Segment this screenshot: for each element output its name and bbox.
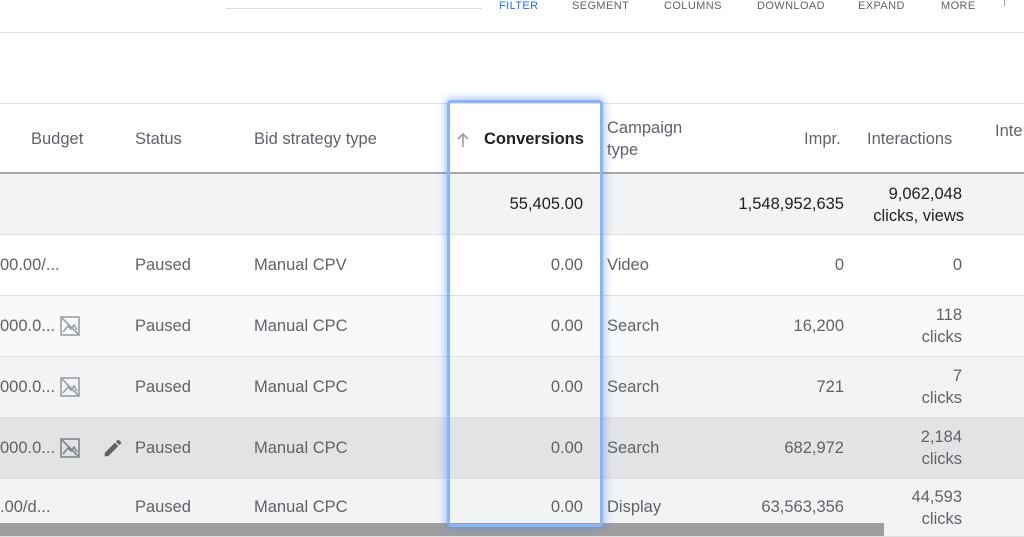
status-cell[interactable]: Paused [135,315,191,337]
status-cell[interactable]: Paused [135,254,191,276]
campaign-type-cell: Search [607,317,660,335]
bid-strategy-cell: Manual CPC [254,378,348,396]
interactions-cell: 0 [952,256,962,274]
more-button[interactable]: MORE [941,0,976,12]
bid-strategy-cell: Manual CPC [254,498,348,516]
horizontal-scrollbar[interactable] [0,523,884,536]
interactions-type: clicks [921,328,962,346]
image-not-supported-icon [60,377,80,397]
header-budget[interactable]: Budget [31,128,83,150]
total-conversions: 55,405.00 [509,195,583,213]
header-bid-strategy-type[interactable]: Bid strategy type [254,128,377,150]
campaign-type-cell: Display [607,498,662,516]
budget-cell: 000.0... [0,378,56,396]
filter-button[interactable]: FILTER [499,0,538,12]
download-button[interactable]: DOWNLOAD [757,0,825,12]
interactions-cell: 7 [952,367,962,385]
header-impr[interactable]: Impr. [804,128,841,150]
toolbar-divider [1004,0,1005,6]
campaign-type-cell: Search [607,378,660,396]
bid-strategy-cell: Manual CPC [254,439,348,457]
interactions-type: clicks [921,389,962,407]
interactions-cell: 2,184 [920,428,962,446]
bid-strategy-cell: Manual CPV [254,256,347,274]
table-row[interactable]: 000.0... Paused Manual CPC 0.00 Search 7… [0,357,1024,418]
total-impr: 1,548,952,635 [738,195,844,213]
table-header: Budget Status Bid strategy type Conversi… [0,103,1024,175]
columns-button[interactable]: COLUMNS [664,0,722,12]
pencil-icon[interactable] [102,437,124,459]
impr-cell: 682,972 [784,439,844,457]
total-interactions-type: clicks, views [873,207,964,225]
impr-cell: 16,200 [793,317,844,335]
budget-cell: 00.00/... [0,256,60,274]
interactions-type: clicks [921,510,962,528]
arrow-up-icon[interactable] [455,131,471,149]
header-interactions[interactable]: Interactions [867,128,952,150]
conversions-cell: 0.00 [550,498,583,516]
impr-cell: 721 [816,378,844,396]
impr-cell: 63,563,356 [761,498,844,516]
conversions-cell: 0.00 [550,317,583,335]
bid-strategy-cell: Manual CPC [254,317,348,335]
table-row[interactable]: 000.0... Paused Manual CPC 0.00 Search 6… [0,418,1024,479]
campaign-type-cell: Video [607,256,649,274]
header-campaign-type-line1[interactable]: Campaign [607,117,682,139]
header-campaign-type-line2[interactable]: type [607,139,638,161]
table-toolbar: FILTER SEGMENT COLUMNS DOWNLOAD EXPAND M… [0,0,1024,33]
header-status[interactable]: Status [135,128,182,150]
image-not-supported-icon [60,438,80,458]
conversions-cell: 0.00 [550,378,583,396]
budget-cell: .00/d... [0,498,51,516]
image-not-supported-icon [60,316,80,336]
impr-cell: 0 [834,256,844,274]
interactions-cell: 118 [935,306,962,324]
status-cell[interactable]: Paused [135,496,191,518]
conversions-cell: 0.00 [550,256,583,274]
header-next-column[interactable]: Inte [995,120,1023,142]
total-interactions: 9,062,048 [888,185,962,203]
segment-button[interactable]: SEGMENT [572,0,629,12]
search-input[interactable] [226,8,482,9]
totals-row: 55,405.00 1,548,952,635 9,062,048 clicks… [0,174,1024,235]
table-row[interactable]: 000.0... Paused Manual CPC 0.00 Search 1… [0,296,1024,357]
interactions-cell: 44,593 [911,488,962,506]
campaign-type-cell: Search [607,439,660,457]
interactions-type: clicks [921,450,962,468]
blank-area [0,33,1024,103]
budget-cell: 000.0... [0,439,56,457]
expand-button[interactable]: EXPAND [858,0,905,12]
status-cell[interactable]: Paused [135,437,191,459]
budget-cell: 000.0... [0,317,56,335]
conversions-cell: 0.00 [550,439,583,457]
table-row[interactable]: 00.00/... Paused Manual CPV 0.00 Video 0… [0,235,1024,296]
status-cell[interactable]: Paused [135,376,191,398]
header-conversions[interactable]: Conversions [484,128,584,150]
